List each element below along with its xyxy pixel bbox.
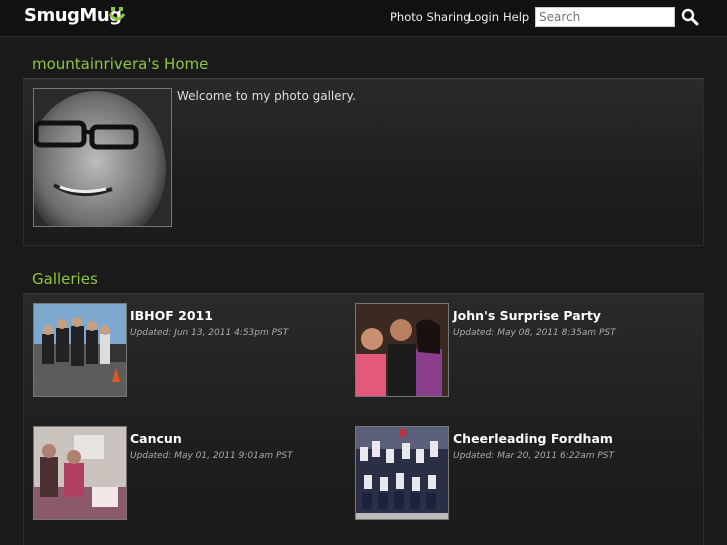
gallery-title-link[interactable]: IBHOF 2011: [130, 308, 213, 323]
gallery-updated: Updated: Mar 20, 2011 6:22am PST: [453, 451, 614, 461]
gallery-updated: Updated: May 08, 2011 8:35am PST: [453, 328, 616, 338]
smugmug-logo[interactable]: SmugMug: [24, 5, 122, 26]
top-bar: SmugMug Photo Sharing Login Help: [0, 0, 727, 37]
gallery-title-link[interactable]: Cancun: [130, 431, 182, 446]
gallery-updated: Updated: May 01, 2011 9:01am PST: [130, 451, 293, 461]
smiley-logo-icon[interactable]: [108, 6, 126, 24]
avatar[interactable]: [33, 88, 172, 227]
gallery-updated: Updated: Jun 13, 2011 4:53pm PST: [130, 328, 289, 338]
gallery-title-link[interactable]: Cheerleading Fordham: [453, 431, 613, 446]
galleries-title: Galleries: [32, 270, 98, 288]
nav-help-link[interactable]: Help: [503, 10, 529, 24]
search-icon[interactable]: [681, 8, 699, 26]
nav-photo-sharing-link[interactable]: Photo Sharing: [390, 10, 471, 24]
search-input[interactable]: [535, 7, 675, 27]
gallery-thumbnail-johns-party[interactable]: [355, 303, 449, 397]
gallery-thumbnail-cheerleading[interactable]: [355, 426, 449, 520]
welcome-text: Welcome to my photo gallery.: [177, 89, 356, 103]
nav-login-link[interactable]: Login: [468, 10, 499, 24]
gallery-title-link[interactable]: John's Surprise Party: [453, 308, 601, 323]
gallery-thumbnail-ibhof[interactable]: [33, 303, 127, 397]
gallery-thumbnail-cancun[interactable]: [33, 426, 127, 520]
home-title: mountainrivera's Home: [32, 55, 209, 73]
